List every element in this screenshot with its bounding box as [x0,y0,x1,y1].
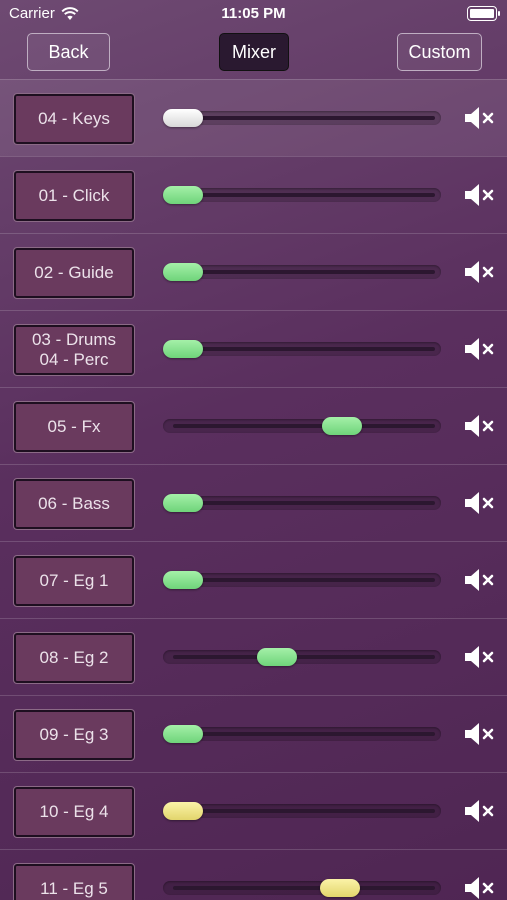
track-name-label: 09 - Eg 3 [39,725,109,744]
track-row: 10 - Eg 4 [0,772,507,849]
track-row: 01 - Click [0,156,507,233]
slider-groove [173,424,435,428]
speaker-mute-icon[interactable] [463,797,495,825]
volume-slider[interactable] [163,723,441,745]
track-name-button[interactable]: 08 - Eg 2 [13,632,135,684]
slider-groove [173,116,435,120]
mixer-title-button[interactable]: Mixer [219,33,289,71]
slider-groove [173,270,435,274]
slider-thumb[interactable] [163,494,203,512]
track-list: 04 - Keys 01 - Click 02 - Guide 03 - Drums 0… [0,79,507,900]
track-name-label: 01 - Click [38,186,110,205]
volume-slider[interactable] [163,646,441,668]
slider-thumb[interactable] [163,186,203,204]
track-row: 06 - Bass [0,464,507,541]
battery-icon [467,6,500,21]
track-name-label: 06 - Bass [38,494,110,513]
volume-slider[interactable] [163,338,441,360]
volume-slider[interactable] [163,569,441,591]
slider-groove [173,501,435,505]
track-name-button[interactable]: 02 - Guide [13,247,135,299]
speaker-mute-icon[interactable] [463,258,495,286]
track-name-button[interactable]: 01 - Click [13,170,135,222]
slider-thumb[interactable] [163,802,203,820]
track-row: 09 - Eg 3 [0,695,507,772]
speaker-mute-icon[interactable] [463,643,495,671]
slider-groove [173,732,435,736]
speaker-mute-icon[interactable] [463,335,495,363]
volume-slider[interactable] [163,184,441,206]
track-row: 03 - Drums 04 - Perc [0,310,507,387]
slider-thumb[interactable] [319,879,360,897]
volume-slider[interactable] [163,877,441,899]
back-button[interactable]: Back [27,33,110,71]
slider-groove [173,809,435,813]
track-row: 08 - Eg 2 [0,618,507,695]
track-row: 02 - Guide [0,233,507,310]
track-name-label: 03 - Drums [31,330,117,349]
nav-bar: Back Mixer Custom [0,30,507,78]
track-name-button[interactable]: 06 - Bass [13,478,135,530]
track-name-label: 05 - Fx [47,417,101,436]
track-name-label: 02 - Guide [34,263,114,282]
speaker-mute-icon[interactable] [463,489,495,517]
track-row: 05 - Fx [0,387,507,464]
slider-groove [173,578,435,582]
slider-groove [173,193,435,197]
track-name-button[interactable]: 03 - Drums 04 - Perc [13,324,135,376]
volume-slider[interactable] [163,800,441,822]
track-row: 07 - Eg 1 [0,541,507,618]
track-name-button[interactable]: 05 - Fx [13,401,135,453]
slider-thumb[interactable] [322,417,363,435]
track-name-label: 04 - Perc [39,350,109,369]
volume-slider[interactable] [163,261,441,283]
track-name-button[interactable]: 10 - Eg 4 [13,786,135,838]
track-name-label: 11 - Eg 5 [40,879,108,898]
slider-thumb[interactable] [163,571,203,589]
track-name-label: 04 - Keys [38,109,110,128]
track-name-button[interactable]: 04 - Keys [13,93,135,145]
track-name-button[interactable]: 09 - Eg 3 [13,709,135,761]
volume-slider[interactable] [163,415,441,437]
track-name-button[interactable]: 07 - Eg 1 [13,555,135,607]
slider-groove [173,347,435,351]
slider-thumb[interactable] [163,263,203,281]
speaker-mute-icon[interactable] [463,566,495,594]
speaker-mute-icon[interactable] [463,412,495,440]
track-name-label: 07 - Eg 1 [39,571,109,590]
slider-groove [173,886,435,890]
track-name-button[interactable]: 11 - Eg 5 [13,863,135,900]
slider-thumb[interactable] [256,648,297,666]
speaker-mute-icon[interactable] [463,720,495,748]
volume-slider[interactable] [163,107,441,129]
speaker-mute-icon[interactable] [463,874,495,900]
speaker-mute-icon[interactable] [463,104,495,132]
volume-slider[interactable] [163,492,441,514]
speaker-mute-icon[interactable] [463,181,495,209]
custom-button[interactable]: Custom [397,33,482,71]
slider-thumb[interactable] [163,109,203,127]
track-name-label: 10 - Eg 4 [39,802,109,821]
status-bar: Carrier 11:05 PM [0,0,507,28]
track-row: 11 - Eg 5 [0,849,507,900]
status-time: 11:05 PM [221,5,286,22]
slider-thumb[interactable] [163,725,203,743]
track-name-label: 08 - Eg 2 [39,648,109,667]
slider-thumb[interactable] [163,340,203,358]
slider-groove [173,655,435,659]
track-row: 04 - Keys [0,79,507,156]
